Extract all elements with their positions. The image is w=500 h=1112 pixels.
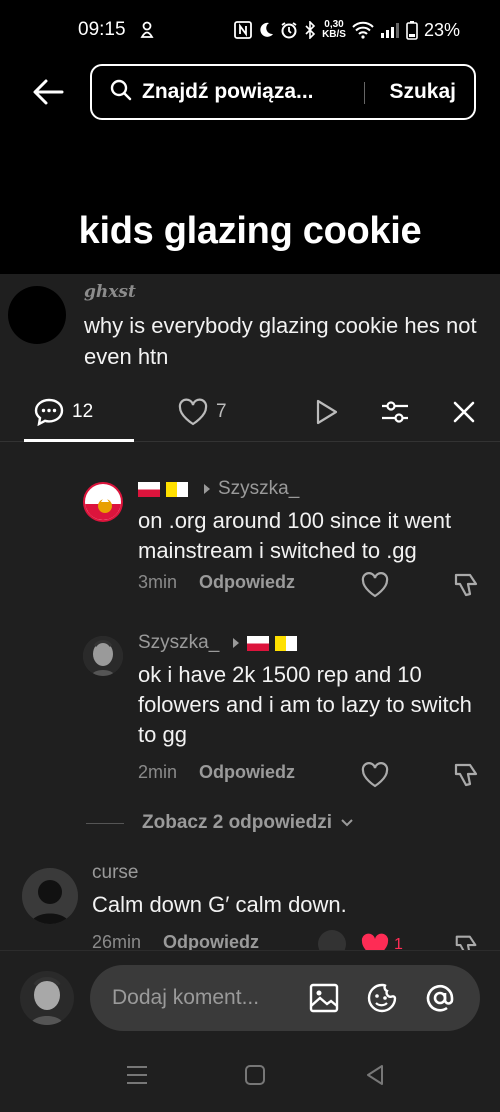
search-row: Znajdź powiąza... Szukaj (0, 62, 500, 122)
comment-text: on .org around 100 since it went mainstr… (138, 508, 452, 563)
search-submit-button[interactable]: Szukaj (389, 80, 456, 104)
back-nav-icon[interactable] (360, 1062, 390, 1088)
close-icon (453, 401, 475, 423)
bluetooth-icon (304, 21, 316, 39)
avatar[interactable] (8, 286, 66, 344)
wifi-icon (352, 21, 374, 39)
heart-icon[interactable] (360, 760, 390, 790)
flag-poland-icon (138, 481, 160, 497)
search-divider (364, 82, 365, 104)
comments-tab[interactable]: 12 (34, 394, 93, 430)
comment-composer: Dodaj koment... (0, 950, 500, 1040)
comment-header: Szyszka_ (138, 478, 299, 500)
notification-icon (140, 21, 154, 39)
caret-right-icon (233, 638, 240, 648)
search-field[interactable]: Znajdź powiąza... Szukaj (90, 64, 476, 120)
play-button[interactable] (312, 394, 340, 430)
comments-panel: ghxst why is everybody glazing cookie he… (0, 274, 500, 1112)
comment-text: Calm down G′ calm down. (92, 892, 347, 917)
back-button[interactable] (30, 76, 66, 108)
comments-count: 12 (72, 401, 94, 422)
comment-time: 2min (138, 762, 178, 782)
video-title: kids glazing cookie (78, 210, 422, 252)
dislike-icon[interactable] (452, 760, 482, 790)
divider (86, 822, 124, 824)
comment-username[interactable]: curse (92, 862, 138, 884)
comment-text: why is everybody glazing cookie hes not … (84, 313, 477, 369)
alarm-icon (280, 21, 298, 39)
system-nav-bar (0, 1040, 500, 1112)
status-time: 09:15 (78, 19, 126, 40)
sliders-icon (382, 401, 408, 423)
like-count: 1 (394, 936, 403, 950)
nfc-icon (234, 21, 252, 39)
see-more-label: Zobacz 2 odpowiedzi (142, 812, 333, 833)
creator-liked-avatar (318, 930, 346, 950)
network-speed: 0,30 KB/S (322, 19, 346, 40)
reply-item: Szyszka_ on .org around 100 since it wen… (0, 470, 500, 610)
dislike-icon[interactable] (452, 932, 482, 950)
heart-filled-icon[interactable] (360, 932, 390, 950)
filter-button[interactable] (380, 394, 410, 430)
recent-apps-icon[interactable] (122, 1062, 152, 1088)
chevron-down-icon (341, 819, 353, 827)
heart-icon[interactable] (360, 570, 390, 600)
dislike-icon[interactable] (452, 570, 482, 600)
reply-button[interactable]: Odpowiedz (199, 762, 295, 783)
comment-time: 3min (138, 572, 178, 592)
signal-icon (380, 22, 400, 38)
comment-header: Szyszka_ (138, 632, 298, 654)
reply-button[interactable]: Odpowiedz (163, 932, 259, 950)
reply-button[interactable]: Odpowiedz (199, 572, 295, 593)
flag-poland-icon (247, 635, 270, 651)
comment-header: curse (92, 862, 138, 884)
comment-meta: 2min Odpowiedz (138, 762, 295, 783)
battery-percent: 23% (423, 19, 460, 40)
comment-meta: 3min Odpowiedz (138, 572, 295, 593)
avatar[interactable] (83, 636, 123, 676)
reply-to-username[interactable]: Szyszka_ (218, 478, 299, 500)
arrow-left-icon (33, 79, 64, 105)
comment-meta: 26min Odpowiedz (92, 932, 259, 950)
like-toggle[interactable]: 7 (178, 394, 227, 430)
emoji-icon[interactable] (366, 982, 398, 1014)
comment-item: curse Calm down G′ calm down. 26min Odpo… (0, 858, 500, 950)
image-icon[interactable] (308, 982, 340, 1014)
comment-username[interactable]: Szyszka_ (138, 632, 219, 654)
comment-input-placeholder: Dodaj koment... (112, 986, 260, 1009)
mention-icon[interactable] (424, 982, 456, 1014)
comment-input[interactable]: Dodaj koment... (90, 965, 480, 1031)
likes-count: 7 (216, 401, 227, 422)
do-not-disturb-icon (258, 22, 274, 38)
caret-right-icon (204, 484, 210, 494)
heart-icon (178, 398, 208, 426)
comment-text: ok i have 2k 1500 rep and 10 folowers an… (138, 662, 472, 747)
comment-username[interactable]: ghxst (84, 282, 136, 302)
active-tab-indicator (24, 439, 134, 442)
battery-icon (406, 20, 418, 40)
search-query[interactable]: Znajdź powiąza... (142, 80, 362, 104)
reply-item: Szyszka_ ok i have 2k 1500 rep and 10 fo… (0, 622, 500, 792)
comment-bubble-icon (34, 398, 64, 426)
avatar[interactable] (20, 971, 74, 1025)
flag-vatican-icon (275, 635, 298, 651)
comment-toolbar: 12 7 (0, 384, 500, 442)
see-more-replies-button[interactable]: Zobacz 2 odpowiedzi (86, 812, 354, 834)
play-icon (316, 399, 338, 425)
flag-vatican-icon (166, 481, 188, 497)
close-button[interactable] (452, 394, 476, 430)
comment-time: 26min (92, 932, 142, 950)
avatar[interactable] (83, 482, 123, 522)
status-bar: 09:15 0,30 KB/S 23% (0, 0, 500, 60)
home-icon[interactable] (240, 1062, 270, 1088)
avatar[interactable] (22, 868, 78, 924)
search-icon (110, 79, 132, 106)
